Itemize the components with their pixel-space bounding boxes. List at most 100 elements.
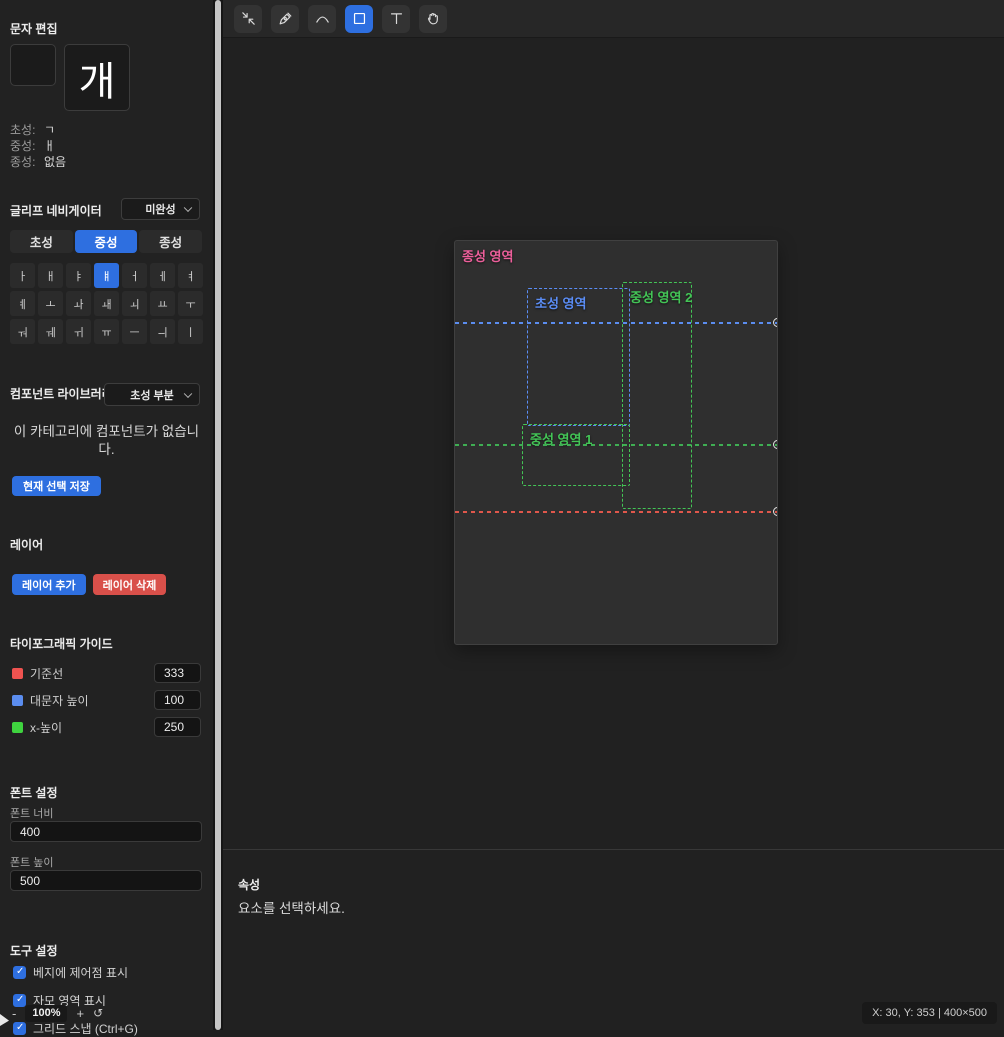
grid-snap-row: 그리드 스냅 (Ctrl+G): [13, 1020, 138, 1037]
jamo-cell[interactable]: ㅖ: [10, 291, 35, 316]
bezier-points-checkbox[interactable]: [13, 966, 26, 979]
jamo-grid: ㅏㅐㅑㅒㅓㅔㅕㅖㅗㅘㅙㅚㅛㅜㅝㅞㅟㅠㅡㅢㅣ: [10, 263, 203, 344]
xheight-value-input[interactable]: [154, 717, 201, 737]
select-tool-button[interactable]: [234, 5, 262, 33]
jamo-cell[interactable]: ㅗ: [38, 291, 63, 316]
jamo-cell[interactable]: ㅢ: [150, 319, 175, 344]
font-width-input[interactable]: [10, 821, 202, 842]
save-selection-button[interactable]: 현재 선택 저장: [12, 476, 101, 496]
glyph-navigator-title: 글리프 네비게이터: [10, 202, 102, 219]
pen-tool-button[interactable]: [271, 5, 299, 33]
jamo-cell[interactable]: ㅜ: [178, 291, 203, 316]
sidebar-scrollbar-thumb[interactable]: [215, 0, 221, 1030]
rectangle-tool-button[interactable]: [345, 5, 373, 33]
jamo-cell[interactable]: ㅣ: [178, 319, 203, 344]
jongseong-region-label: 종성 영역: [462, 246, 513, 265]
properties-panel: 속성 요소를 선택하세요. X: 30, Y: 353 | 400×500: [223, 849, 1004, 1030]
pen-icon: [277, 10, 294, 27]
grid-snap-checkbox[interactable]: [13, 1022, 26, 1035]
jamo-cell[interactable]: ㅠ: [94, 319, 119, 344]
tool-settings-title: 도구 설정: [10, 942, 58, 959]
xheight-color-swatch: [12, 722, 23, 733]
guide-handle[interactable]: [773, 507, 778, 516]
glyph-filter-select[interactable]: 미완성: [121, 198, 200, 220]
toolbar: [223, 0, 1004, 38]
guide-handle[interactable]: [773, 318, 778, 327]
layers-title: 레이어: [10, 536, 43, 553]
jamo-cell[interactable]: ㅘ: [66, 291, 91, 316]
text-icon: [388, 10, 405, 27]
baseline-guide-line: [455, 511, 777, 513]
zoom-level: 100%: [25, 1005, 67, 1022]
choseong-row: 초성:ㄱ: [10, 122, 66, 138]
hand-tool-button[interactable]: [419, 5, 447, 33]
zoom-out-button[interactable]: -: [12, 1006, 16, 1021]
status-coordinates: X: 30, Y: 353 | 400×500: [862, 1002, 997, 1024]
xheight-guide-row: x-높이: [12, 717, 201, 737]
main-area: 종성 영역 초성 영역 중성 영역 2 중성 영역 1 속성 요소를 선택하세요…: [223, 0, 1004, 1030]
choseong-region[interactable]: 초성 영역: [527, 288, 630, 426]
jamo-tabs: 초성 중성 종성: [10, 230, 202, 253]
zoom-in-button[interactable]: +: [76, 1006, 84, 1021]
component-filter-select[interactable]: 초성 부분: [104, 383, 200, 406]
text-tool-button[interactable]: [382, 5, 410, 33]
xheight-guide-line: [455, 444, 777, 446]
jamo-cell[interactable]: ㅝ: [10, 319, 35, 344]
tab-choseong[interactable]: 초성: [10, 230, 73, 253]
capheight-guide-line: [455, 322, 777, 324]
component-empty-message: 이 카테고리에 컴포넌트가 없습니다.: [8, 423, 205, 459]
sidebar: 문자 편집 개 초성:ㄱ 중성:ㅐ 종성:없음 글리프 네비게이터 미완성 초성…: [0, 0, 213, 1030]
properties-hint: 요소를 선택하세요.: [238, 897, 345, 917]
tab-jongseong[interactable]: 종성: [139, 230, 202, 253]
baseline-guide-row: 기준선: [12, 663, 201, 683]
baseline-value-input[interactable]: [154, 663, 201, 683]
jamo-cell[interactable]: ㅑ: [66, 263, 91, 288]
character-info: 초성:ㄱ 중성:ㅐ 종성:없음: [10, 122, 66, 170]
jamo-cell[interactable]: ㅙ: [94, 291, 119, 316]
glyph-canvas[interactable]: 종성 영역 초성 영역 중성 영역 2 중성 영역 1: [454, 240, 778, 645]
font-height-label: 폰트 높이: [10, 854, 54, 870]
jamo-cell[interactable]: ㅛ: [150, 291, 175, 316]
guide-handle[interactable]: [773, 440, 778, 449]
collapse-arrows-icon: [240, 10, 257, 27]
jungseong-row: 중성:ㅐ: [10, 138, 66, 154]
glyph-preview-box: 개: [64, 44, 130, 111]
layer-buttons: 레이어 추가 레이어 삭제: [12, 574, 166, 595]
glyph-preview: 개: [79, 49, 116, 107]
typography-guides-title: 타이포그래픽 가이드: [10, 635, 113, 652]
component-library-title: 컴포넌트 라이브러리: [10, 385, 113, 402]
mouse-cursor: [0, 1014, 9, 1026]
font-settings-title: 폰트 설정: [10, 784, 58, 801]
jamo-cell[interactable]: ㅞ: [38, 319, 63, 344]
delete-layer-button[interactable]: 레이어 삭제: [93, 574, 167, 595]
baseline-color-swatch: [12, 668, 23, 679]
jamo-cell[interactable]: ㅟ: [66, 319, 91, 344]
jamo-cell[interactable]: ㅕ: [178, 263, 203, 288]
add-layer-button[interactable]: 레이어 추가: [12, 574, 86, 595]
font-width-label: 폰트 너비: [10, 805, 54, 821]
properties-title: 속성: [238, 876, 260, 893]
font-height-input[interactable]: [10, 870, 202, 891]
jungseong-region-2[interactable]: 중성 영역 2: [622, 282, 692, 509]
jongseong-row: 종성:없음: [10, 154, 66, 170]
capheight-guide-row: 대문자 높이: [12, 690, 201, 710]
jamo-cell[interactable]: ㅚ: [122, 291, 147, 316]
jamo-cell[interactable]: ㅔ: [150, 263, 175, 288]
curve-tool-button[interactable]: [308, 5, 336, 33]
arc-icon: [314, 10, 331, 27]
jamo-cell[interactable]: ㅏ: [10, 263, 35, 288]
zoom-reset-button[interactable]: ↺: [93, 1006, 103, 1020]
jamo-cell[interactable]: ㅓ: [122, 263, 147, 288]
jamo-cell[interactable]: ㅐ: [38, 263, 63, 288]
capheight-value-input[interactable]: [154, 690, 201, 710]
chevron-down-icon: [184, 389, 192, 397]
sidebar-scrollbar: [213, 0, 223, 1030]
jamo-cell[interactable]: ㅒ: [94, 263, 119, 288]
character-edit-title: 문자 편집: [10, 20, 58, 37]
tab-jungseong[interactable]: 중성: [75, 230, 138, 253]
bezier-points-row: 베지에 제어점 표시: [13, 964, 128, 981]
jungseong-region-1[interactable]: 중성 영역 1: [522, 424, 630, 486]
capheight-color-swatch: [12, 695, 23, 706]
jamo-preview-box: [10, 44, 56, 86]
jamo-cell[interactable]: ㅡ: [122, 319, 147, 344]
